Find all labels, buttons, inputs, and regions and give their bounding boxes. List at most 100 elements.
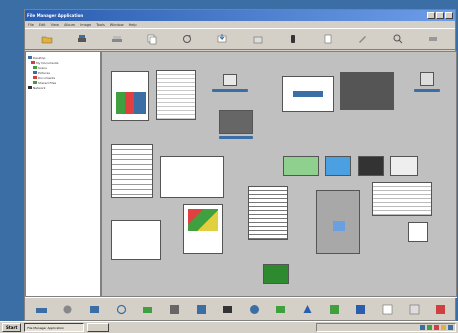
banner-image [293, 91, 323, 97]
thumbnail-caption [219, 136, 253, 139]
image-thumbnail[interactable] [390, 156, 418, 176]
maximize-button[interactable] [436, 12, 444, 19]
menu-image[interactable]: Image [80, 23, 91, 27]
desktop-canvas[interactable] [101, 51, 457, 297]
folder-tree[interactable]: Desktop My Documents Scans Pictures Docu… [25, 51, 101, 297]
image-thumbnail[interactable] [408, 222, 428, 242]
settings-icon[interactable] [426, 32, 440, 46]
fax-icon[interactable] [61, 303, 75, 317]
taskbar-app-button-secondary[interactable] [87, 323, 110, 332]
title-bar[interactable]: File Manager Application [25, 10, 455, 21]
camera-icon[interactable] [141, 303, 155, 317]
printer-icon[interactable] [448, 325, 453, 330]
menu-file[interactable]: File [28, 23, 34, 27]
image-thumbnail[interactable] [420, 72, 434, 86]
start-button[interactable]: Start [2, 323, 22, 332]
menu-help[interactable]: Help [129, 23, 137, 27]
thumbnail-caption [212, 89, 248, 92]
close-button[interactable] [445, 12, 453, 19]
edit-icon[interactable] [356, 32, 370, 46]
scanner-icon[interactable] [110, 32, 124, 46]
menu-view[interactable]: View [51, 23, 59, 27]
chart-image [116, 92, 146, 114]
web-icon[interactable] [354, 303, 368, 317]
photo-thumbnail[interactable] [263, 264, 289, 284]
folder-icon [33, 76, 37, 79]
page-icon[interactable] [321, 32, 335, 46]
folder-icon [33, 71, 37, 74]
document-thumbnail[interactable] [111, 71, 149, 121]
stamp-icon[interactable] [434, 303, 448, 317]
document-thumbnail[interactable] [183, 204, 223, 254]
calculator-icon[interactable] [327, 303, 341, 317]
document-thumbnail[interactable] [248, 186, 288, 240]
folder-icon [31, 61, 35, 64]
network-icon[interactable] [420, 325, 425, 330]
menu-album[interactable]: Album [64, 23, 75, 27]
image-thumbnail[interactable] [160, 156, 224, 198]
folder-icon [33, 66, 37, 69]
system-tray [316, 323, 456, 332]
mail-icon[interactable] [274, 303, 288, 317]
export-icon[interactable] [251, 32, 265, 46]
network-icon [28, 86, 32, 89]
editor-icon[interactable] [380, 303, 394, 317]
printer-icon[interactable] [75, 32, 89, 46]
photo-thumbnail[interactable] [340, 72, 394, 110]
hand-icon[interactable] [286, 32, 300, 46]
app-launcher-bar [25, 297, 457, 321]
menu-edit[interactable]: Edit [39, 23, 46, 27]
globe-icon[interactable] [247, 303, 261, 317]
scan-icon[interactable] [34, 303, 48, 317]
rotate-icon[interactable] [180, 32, 194, 46]
image-thumbnail[interactable] [111, 220, 161, 260]
menu-tools[interactable]: Tools [96, 23, 105, 27]
cover-image [188, 209, 218, 231]
taskbar-app-button[interactable]: File Manager Application [24, 323, 85, 332]
sync-icon[interactable] [427, 325, 432, 330]
calendar-icon[interactable] [167, 303, 181, 317]
tree-item[interactable]: Network [28, 85, 98, 90]
alert-icon[interactable] [434, 325, 439, 330]
os-taskbar: Start File Manager Application [0, 321, 458, 333]
main-toolbar [25, 28, 455, 50]
document-image [333, 221, 345, 231]
folder-icon[interactable] [40, 32, 54, 46]
print-icon[interactable] [301, 303, 315, 317]
app-window: File Manager Application File Edit View … [24, 9, 457, 321]
photo-thumbnail[interactable] [358, 156, 384, 176]
document-thumbnail[interactable] [156, 70, 196, 120]
image-thumbnail[interactable] [282, 76, 334, 112]
tree-item-label: Desktop [33, 55, 46, 60]
main-area: Desktop My Documents Scans Pictures Docu… [25, 51, 457, 297]
tree-item-label: Pictures [38, 70, 50, 75]
photo-thumbnail[interactable] [325, 156, 351, 176]
tree-item-label: Scans [38, 65, 47, 70]
zoom-icon[interactable] [391, 32, 405, 46]
chart-icon[interactable] [407, 303, 421, 317]
thumbnail-caption [414, 89, 440, 92]
tree-item-label: Shared Files [38, 80, 57, 85]
document-thumbnail[interactable] [316, 190, 360, 254]
photo-thumbnail[interactable] [283, 156, 319, 176]
movie-icon[interactable] [221, 303, 235, 317]
tree-item-label: Documents [38, 75, 56, 80]
menu-bar: File Edit View Album Image Tools Window … [25, 21, 455, 28]
image-thumbnail[interactable] [223, 74, 237, 86]
menu-window[interactable]: Window [110, 23, 124, 27]
minimize-button[interactable] [427, 12, 435, 19]
copy-icon[interactable] [145, 32, 159, 46]
folder-icon [33, 81, 37, 84]
volume-icon[interactable] [441, 325, 446, 330]
tree-item-label: Network [33, 85, 46, 90]
sync-icon[interactable] [114, 303, 128, 317]
window-controls [427, 12, 453, 19]
tree-item-label: My Documents [36, 60, 59, 65]
import-icon[interactable] [215, 32, 229, 46]
ocr-icon[interactable] [88, 303, 102, 317]
document-thumbnail[interactable] [372, 182, 432, 216]
window-title: File Manager Application [27, 13, 84, 18]
photo-icon[interactable] [194, 303, 208, 317]
document-thumbnail[interactable] [111, 144, 153, 198]
photo-thumbnail[interactable] [219, 110, 253, 134]
